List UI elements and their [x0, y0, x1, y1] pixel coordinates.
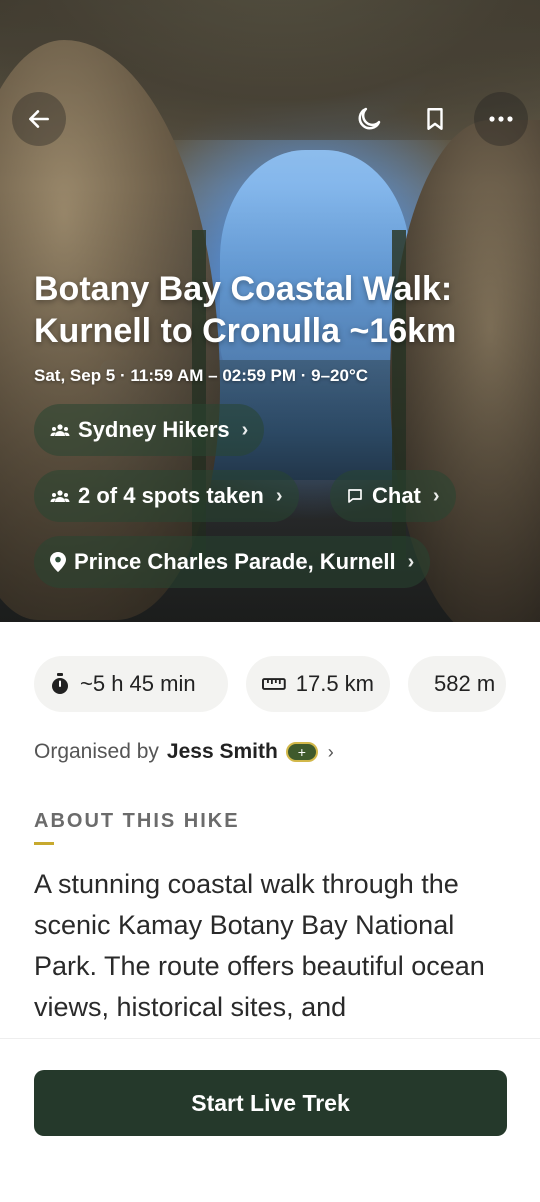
chat-button[interactable]: Chat › — [330, 470, 456, 522]
elevation-value: 582 m — [434, 671, 496, 696]
arrow-left-icon — [29, 110, 49, 128]
organiser-name: Jess Smith — [166, 740, 278, 763]
organiser-badge-icon: + — [285, 742, 318, 762]
chat-icon — [348, 489, 362, 503]
page-title: Botany Bay Coastal Walk: Kurnell to Cron… — [34, 270, 457, 350]
chevron-right-icon: › — [327, 741, 334, 762]
chevron-right-icon: › — [407, 550, 415, 573]
distance-stat: 17.5 km — [246, 656, 390, 712]
distance-value: 17.5 km — [295, 671, 374, 696]
chevron-right-icon: › — [241, 418, 249, 441]
back-button[interactable] — [12, 92, 66, 146]
event-meta: Sat, Sep 5 · 11:59 AM – 02:59 PM · 9–20°… — [34, 366, 369, 385]
bookmark-button[interactable] — [408, 92, 462, 146]
about-heading: ABOUT THIS HIKE — [34, 810, 240, 832]
spots-taken-text: 2 of 4 spots taken — [78, 483, 264, 508]
group-icon — [50, 490, 70, 502]
location-pin-icon — [50, 552, 66, 572]
duration-value: ~5 h 45 min — [80, 671, 196, 696]
about-description: A stunning coastal walk through the scen… — [34, 869, 485, 1022]
organiser-prefix: Organised by — [34, 740, 159, 763]
bookmark-icon — [427, 108, 443, 130]
location-link[interactable]: Prince Charles Parade, Kurnell › — [34, 536, 431, 588]
start-live-trek-button[interactable]: Start Live Trek — [34, 1070, 507, 1136]
stopwatch-icon — [52, 673, 68, 694]
group-icon — [50, 424, 70, 436]
chevron-right-icon: › — [432, 484, 440, 507]
elevation-stat: 582 m — [408, 656, 506, 712]
chat-label: Chat — [372, 483, 421, 508]
club-link[interactable]: Sydney Hikers › — [34, 404, 265, 456]
about-underline — [34, 842, 54, 845]
ruler-icon — [262, 678, 286, 690]
chevron-right-icon: › — [275, 484, 283, 507]
more-options-button[interactable] — [474, 92, 528, 146]
duration-stat: ~5 h 45 min — [34, 656, 228, 712]
moon-icon — [358, 107, 381, 130]
theme-toggle-button[interactable] — [342, 92, 396, 146]
location-text: Prince Charles Parade, Kurnell — [74, 549, 396, 574]
club-name: Sydney Hikers — [78, 417, 230, 442]
more-dots-icon — [489, 116, 513, 122]
spots-link[interactable]: 2 of 4 spots taken › — [34, 470, 299, 522]
organiser-row[interactable]: Organised by Jess Smith + › — [34, 740, 334, 764]
